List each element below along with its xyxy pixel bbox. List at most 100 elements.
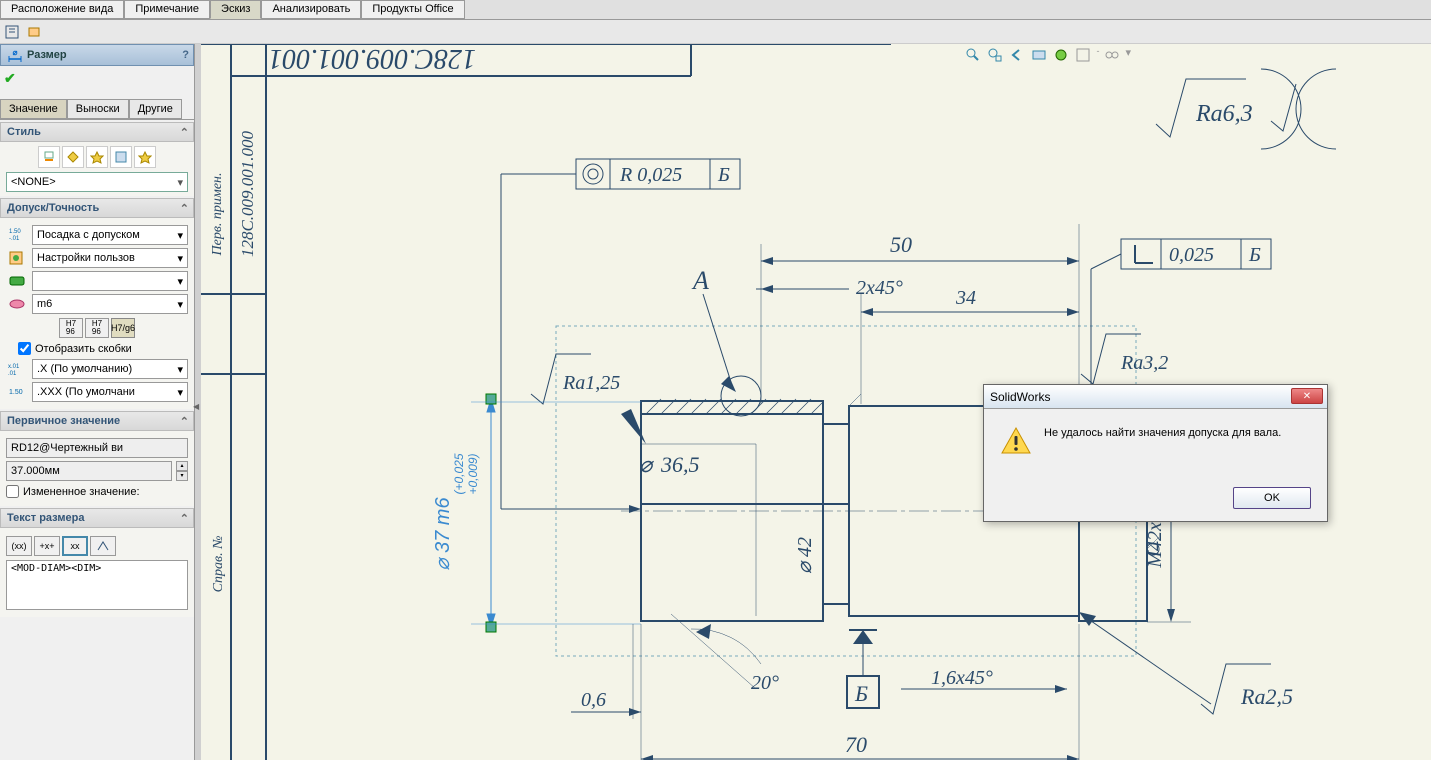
primary-value-body: RD12@Чертежный ви 37.000мм ▴▾ Измененное…	[0, 431, 194, 506]
warning-icon	[1000, 425, 1032, 457]
fmt-btn-1[interactable]: (xx)	[6, 536, 32, 556]
pm-header: ⌀ Размер ?	[0, 44, 194, 66]
prec-icon-1: x.01.01	[6, 360, 28, 378]
svg-text:(+0,025: (+0,025	[452, 453, 466, 494]
dim-text-body: (xx) +x+ xx <MOD-DIAM><DIM>	[0, 528, 194, 617]
links-icon[interactable]	[1103, 46, 1121, 64]
collapse-icon[interactable]: ⌃	[180, 202, 189, 215]
svg-text:Перв. примен.: Перв. примен.	[210, 173, 225, 257]
dialog-ok-button[interactable]: OK	[1233, 487, 1311, 509]
dimension-icon: ⌀	[7, 47, 23, 63]
tab-view-layout[interactable]: Расположение вида	[0, 0, 124, 19]
svg-text:А: А	[691, 266, 709, 295]
dialog-close-button[interactable]: ✕	[1291, 388, 1323, 404]
style-icon-2[interactable]	[62, 146, 84, 168]
value-spinner[interactable]: ▴▾	[176, 461, 188, 481]
ok-check-icon[interactable]: ✔	[4, 70, 16, 87]
svg-text:0,6: 0,6	[581, 689, 606, 711]
fit-type-combo[interactable]: Посадка с допуском	[32, 225, 188, 245]
svg-text:70: 70	[845, 732, 867, 757]
svg-text:Справ. №: Справ. №	[211, 536, 226, 593]
tol-display-2[interactable]: H796	[85, 318, 109, 338]
svg-text:⌀: ⌀	[13, 48, 18, 57]
tab-sketch[interactable]: Эскиз	[210, 0, 261, 19]
hole-fit-combo[interactable]	[32, 271, 188, 291]
dim-text-header[interactable]: Текст размера ⌃	[0, 508, 194, 528]
document-tabs: Расположение вида Примечание Эскиз Анали…	[0, 0, 1431, 20]
zoom-area-icon[interactable]	[986, 46, 1004, 64]
dim-text-area[interactable]: <MOD-DIAM><DIM>	[6, 560, 188, 610]
svg-text:20°: 20°	[751, 672, 779, 694]
svg-text:Ra2,5: Ra2,5	[1240, 684, 1293, 709]
svg-text:1,6x45°: 1,6x45°	[931, 667, 993, 689]
shaft-icon	[6, 295, 28, 313]
svg-text:R 0,025: R 0,025	[619, 164, 682, 186]
style-header[interactable]: Стиль ⌃	[0, 122, 194, 142]
dialog-title-text: SolidWorks	[990, 390, 1050, 404]
primary-val-field[interactable]: 37.000мм	[6, 461, 172, 481]
error-dialog: SolidWorks ✕ Не удалось найти значения д…	[983, 384, 1328, 522]
tol-display-1[interactable]: H796	[59, 318, 83, 338]
toolbar-sep: -	[1096, 46, 1099, 64]
tol-icon-1: 1.50-.01	[6, 226, 28, 244]
hide-show-icon[interactable]	[1074, 46, 1092, 64]
style-icon-1[interactable]	[38, 146, 60, 168]
xxx-precision-combo[interactable]: .XXX (По умолчани	[32, 382, 188, 402]
collapse-icon[interactable]: ⌃	[180, 415, 189, 428]
changed-value-checkbox[interactable]	[6, 485, 19, 498]
tol-icon-2	[6, 249, 28, 267]
fmt-btn-2[interactable]: +x+	[34, 536, 60, 556]
style-icon-5[interactable]	[134, 146, 156, 168]
style-icon-3[interactable]	[86, 146, 108, 168]
fmt-btn-4[interactable]	[90, 536, 116, 556]
tab-annotation[interactable]: Примечание	[124, 0, 210, 19]
ok-row: ✔	[0, 66, 194, 91]
style-icon-4[interactable]	[110, 146, 132, 168]
panel-icon-1[interactable]	[2, 22, 22, 42]
dialog-titlebar[interactable]: SolidWorks ✕	[984, 385, 1327, 409]
fmt-btn-3[interactable]: xx	[62, 536, 88, 556]
svg-text:Б: Б	[1248, 244, 1261, 266]
user-settings-combo[interactable]: Настройки пользов	[32, 248, 188, 268]
svg-text:Ra6,3: Ra6,3	[1195, 101, 1253, 127]
svg-text:36,5: 36,5	[660, 452, 700, 477]
zoom-fit-icon[interactable]	[964, 46, 982, 64]
section-view-icon[interactable]	[1030, 46, 1048, 64]
panel-toolbar	[0, 20, 1431, 44]
drawing-canvas[interactable]: - ▾ 128С.009.001.001 Перв. примен. 128С.…	[201, 44, 1431, 760]
panel-icon-2[interactable]	[24, 22, 44, 42]
tolerance-header[interactable]: Допуск/Точность ⌃	[0, 198, 194, 218]
svg-text:50: 50	[890, 232, 912, 257]
svg-text:⌀: ⌀	[639, 452, 655, 477]
svg-text:Б: Б	[854, 681, 868, 706]
dropdown-icon[interactable]: ▾	[1125, 46, 1131, 64]
show-brackets-checkbox[interactable]	[18, 342, 31, 355]
collapse-icon[interactable]: ⌃	[180, 126, 189, 139]
pm-title: Размер	[27, 49, 67, 61]
svg-text:⌀ 42: ⌀ 42	[794, 537, 816, 574]
tab-analyze[interactable]: Анализировать	[261, 0, 361, 19]
prec-icon-2: 1.50	[6, 383, 28, 401]
tol-display-3[interactable]: H7/g6	[111, 318, 135, 338]
pm-sub-tabs: Значение Выноски Другие	[0, 99, 194, 120]
x-precision-combo[interactable]: .X (По умолчанию)	[32, 359, 188, 379]
primary-ref-field[interactable]: RD12@Чертежный ви	[6, 438, 188, 458]
help-icon[interactable]: ?	[182, 49, 189, 61]
svg-text:Ra3,2: Ra3,2	[1120, 352, 1168, 374]
primary-value-header[interactable]: Первичное значение ⌃	[0, 411, 194, 431]
svg-text:Б: Б	[717, 164, 730, 186]
tab-office[interactable]: Продукты Office	[361, 0, 464, 19]
show-brackets-label: Отобразить скобки	[35, 343, 132, 355]
subtab-leaders[interactable]: Выноски	[67, 99, 129, 119]
subtab-value[interactable]: Значение	[0, 99, 67, 119]
display-style-icon[interactable]	[1052, 46, 1070, 64]
style-combo[interactable]: <NONE>	[6, 172, 188, 192]
shaft-fit-combo[interactable]: m6	[32, 294, 188, 314]
prev-view-icon[interactable]	[1008, 46, 1026, 64]
svg-text:1.50: 1.50	[9, 389, 23, 396]
svg-text:Ra1,25: Ra1,25	[562, 372, 620, 394]
svg-text:⌀ 37 m6: ⌀ 37 m6	[432, 497, 454, 571]
subtab-other[interactable]: Другие	[129, 99, 182, 119]
hole-icon	[6, 272, 28, 290]
collapse-icon[interactable]: ⌃	[180, 512, 189, 525]
